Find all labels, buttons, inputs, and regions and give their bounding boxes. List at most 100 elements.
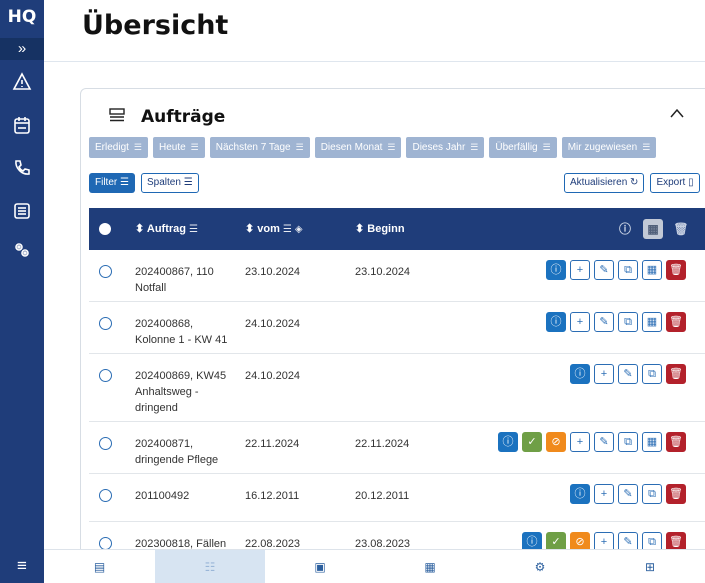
- settings-icon[interactable]: ⚙: [485, 550, 595, 583]
- row-actions: ⓘ + ✎ ⧉ ▦ 🗑: [546, 260, 686, 280]
- export-icon: ▯: [688, 177, 694, 188]
- delete-action-button[interactable]: 🗑: [666, 364, 686, 384]
- warning-icon[interactable]: [12, 72, 32, 92]
- row-actions: ⓘ + ✎ ⧉ 🗑: [570, 484, 686, 504]
- cell-vom: 24.10.2024: [245, 370, 301, 382]
- preset-assigned-to-me[interactable]: Mir zugewiesen ☰: [561, 137, 657, 158]
- table-icon[interactable]: ⊞: [595, 550, 705, 583]
- filter-icon: ☰: [642, 142, 651, 152]
- preset-erledigt[interactable]: Erledigt ☰: [89, 137, 148, 158]
- table-row[interactable]: 202400869, KW45 Anhaltsweg - dringend 24.…: [89, 354, 705, 422]
- table-row[interactable]: 202400867, 110 Notfall 23.10.2024 23.10.20…: [89, 250, 705, 302]
- map-action-button[interactable]: ▦: [642, 260, 662, 280]
- settings-icon[interactable]: [12, 240, 32, 260]
- collapse-icon[interactable]: [669, 105, 685, 123]
- cell-beginn: 20.12.2011: [355, 490, 410, 502]
- expand-sidebar-button[interactable]: »: [0, 38, 44, 60]
- phone-icon[interactable]: [12, 158, 32, 178]
- preset-overdue[interactable]: Überfällig ☰: [489, 137, 557, 158]
- filter-button[interactable]: Filter ☰: [89, 173, 135, 193]
- row-actions: ⓘ ✓ ⊘ + ✎ ⧉ ▦ 🗑: [498, 432, 686, 452]
- table-row[interactable]: 202400868, Kolonne 1 - KW 41 24.10.2024 ⓘ +…: [89, 302, 705, 354]
- add-action-button[interactable]: +: [570, 432, 590, 452]
- info-action-button[interactable]: ⓘ: [546, 260, 566, 280]
- delete-action-button[interactable]: 🗑: [666, 260, 686, 280]
- map-action-button[interactable]: ▦: [642, 312, 662, 332]
- bottom-nav: ▤ ☷ ▣ ▦ ⚙ ⊞: [44, 549, 705, 583]
- copy-action-button[interactable]: ⧉: [642, 484, 662, 504]
- info-action-button[interactable]: ⓘ: [570, 364, 590, 384]
- copy-action-button[interactable]: ⧉: [642, 364, 662, 384]
- table-row[interactable]: 202400871, dringende Pflege 22.11.2024 22.…: [89, 422, 705, 474]
- map-icon[interactable]: ▦: [375, 550, 485, 583]
- filter-icon: ☰: [133, 142, 142, 152]
- row-select-radio[interactable]: [99, 437, 112, 450]
- column-header-vom[interactable]: ⬍ vom ☰ ◈: [245, 222, 303, 235]
- filter-icon: ☰: [183, 177, 193, 188]
- map-action-button[interactable]: ▦: [642, 432, 662, 452]
- row-select-radio[interactable]: [99, 265, 112, 278]
- calendar-icon[interactable]: [12, 115, 32, 135]
- table-icon: [109, 108, 125, 122]
- cell-auftrag: 202400871, dringende Pflege: [135, 438, 219, 466]
- add-action-button[interactable]: +: [570, 260, 590, 280]
- cell-beginn: 23.10.2024: [355, 266, 411, 278]
- copy-action-button[interactable]: ⧉: [618, 312, 638, 332]
- preset-this-year[interactable]: Dieses Jahr ☰: [406, 137, 485, 158]
- orders-card: Aufträge Erledigt ☰ Heute ☰ Nächsten 7 Tag…: [80, 88, 705, 558]
- cancel-action-button[interactable]: ⊘: [546, 432, 566, 452]
- header-divider: [44, 61, 705, 62]
- table-row[interactable]: 201100492 16.12.2011 20.12.2011 ⓘ + ✎ ⧉ 🗑: [89, 474, 705, 522]
- filter-icon: ☰: [120, 177, 129, 188]
- cell-vom: 24.10.2024: [245, 318, 301, 330]
- delete-action-button[interactable]: 🗑: [666, 484, 686, 504]
- menu-icon[interactable]: ≡: [0, 549, 44, 583]
- done-action-button[interactable]: ✓: [522, 432, 542, 452]
- filter-icon: ☰: [295, 142, 304, 152]
- clipboard-icon[interactable]: ▤: [44, 550, 155, 583]
- edit-action-button[interactable]: ✎: [594, 432, 614, 452]
- table-header: ⬍ Auftrag ☰ ⬍ vom ☰ ◈ ⬍ Beginn ⓘ ▦ 🗑: [89, 208, 705, 250]
- cell-auftrag: 202400867, 110 Notfall: [135, 266, 214, 294]
- copy-action-button[interactable]: ⧉: [618, 260, 638, 280]
- info-icon[interactable]: ⓘ: [615, 219, 635, 239]
- edit-action-button[interactable]: ✎: [618, 364, 638, 384]
- delete-action-button[interactable]: 🗑: [666, 312, 686, 332]
- add-action-button[interactable]: +: [594, 484, 614, 504]
- edit-action-button[interactable]: ✎: [594, 312, 614, 332]
- add-action-button[interactable]: +: [570, 312, 590, 332]
- list-icon[interactable]: [12, 201, 32, 221]
- row-select-radio[interactable]: [99, 369, 112, 382]
- edit-action-button[interactable]: ✎: [594, 260, 614, 280]
- map-icon[interactable]: ▦: [643, 219, 663, 239]
- cell-vom: 16.12.2011: [245, 490, 300, 502]
- row-select-radio[interactable]: [99, 489, 112, 502]
- info-action-button[interactable]: ⓘ: [546, 312, 566, 332]
- app-logo[interactable]: HQ: [7, 6, 37, 28]
- sidebar: HQ » ≡: [0, 0, 44, 583]
- column-header-beginn[interactable]: ⬍ Beginn: [355, 222, 405, 235]
- cell-auftrag: 202400868, Kolonne 1 - KW 41: [135, 318, 228, 346]
- calendar-check-icon[interactable]: ▣: [265, 550, 375, 583]
- refresh-button[interactable]: Aktualisieren ↻: [564, 173, 645, 193]
- info-action-button[interactable]: ⓘ: [570, 484, 590, 504]
- list-icon[interactable]: ☷: [155, 550, 265, 583]
- table-toolbar: Filter ☰ Spalten ☰: [89, 173, 199, 193]
- add-action-button[interactable]: +: [594, 364, 614, 384]
- trash-icon[interactable]: 🗑: [671, 219, 691, 239]
- column-header-auftrag[interactable]: ⬍ Auftrag ☰: [135, 222, 198, 235]
- select-all-radio[interactable]: [99, 223, 111, 235]
- preset-this-month[interactable]: Diesen Monat ☰: [314, 137, 402, 158]
- export-button[interactable]: Export ▯: [650, 173, 700, 193]
- preset-heute[interactable]: Heute ☰: [152, 137, 205, 158]
- delete-action-button[interactable]: 🗑: [666, 432, 686, 452]
- columns-button[interactable]: Spalten ☰: [140, 173, 199, 193]
- filter-presets: Erledigt ☰ Heute ☰ Nächsten 7 Tage ☰ Diesen…: [89, 137, 657, 158]
- copy-action-button[interactable]: ⧉: [618, 432, 638, 452]
- sort-icon: ⬍: [355, 223, 365, 235]
- info-action-button[interactable]: ⓘ: [498, 432, 518, 452]
- preset-next-7-days[interactable]: Nächsten 7 Tage ☰: [209, 137, 310, 158]
- row-select-radio[interactable]: [99, 317, 112, 330]
- edit-action-button[interactable]: ✎: [618, 484, 638, 504]
- filter-icon: ☰: [188, 224, 198, 235]
